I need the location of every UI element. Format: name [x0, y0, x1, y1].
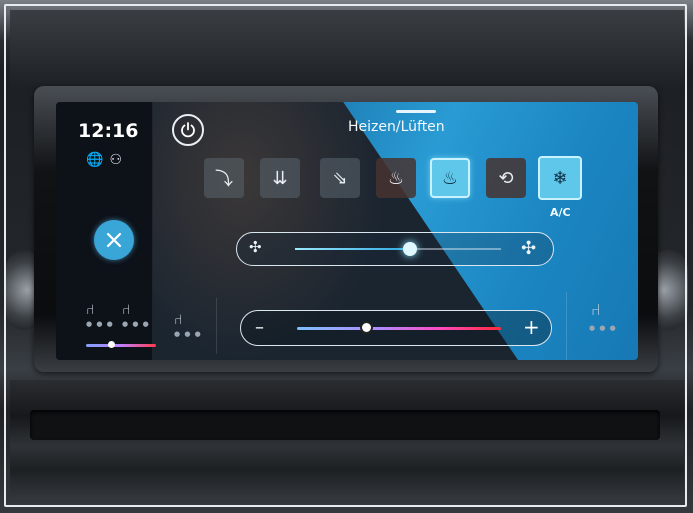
image-border — [4, 4, 687, 507]
